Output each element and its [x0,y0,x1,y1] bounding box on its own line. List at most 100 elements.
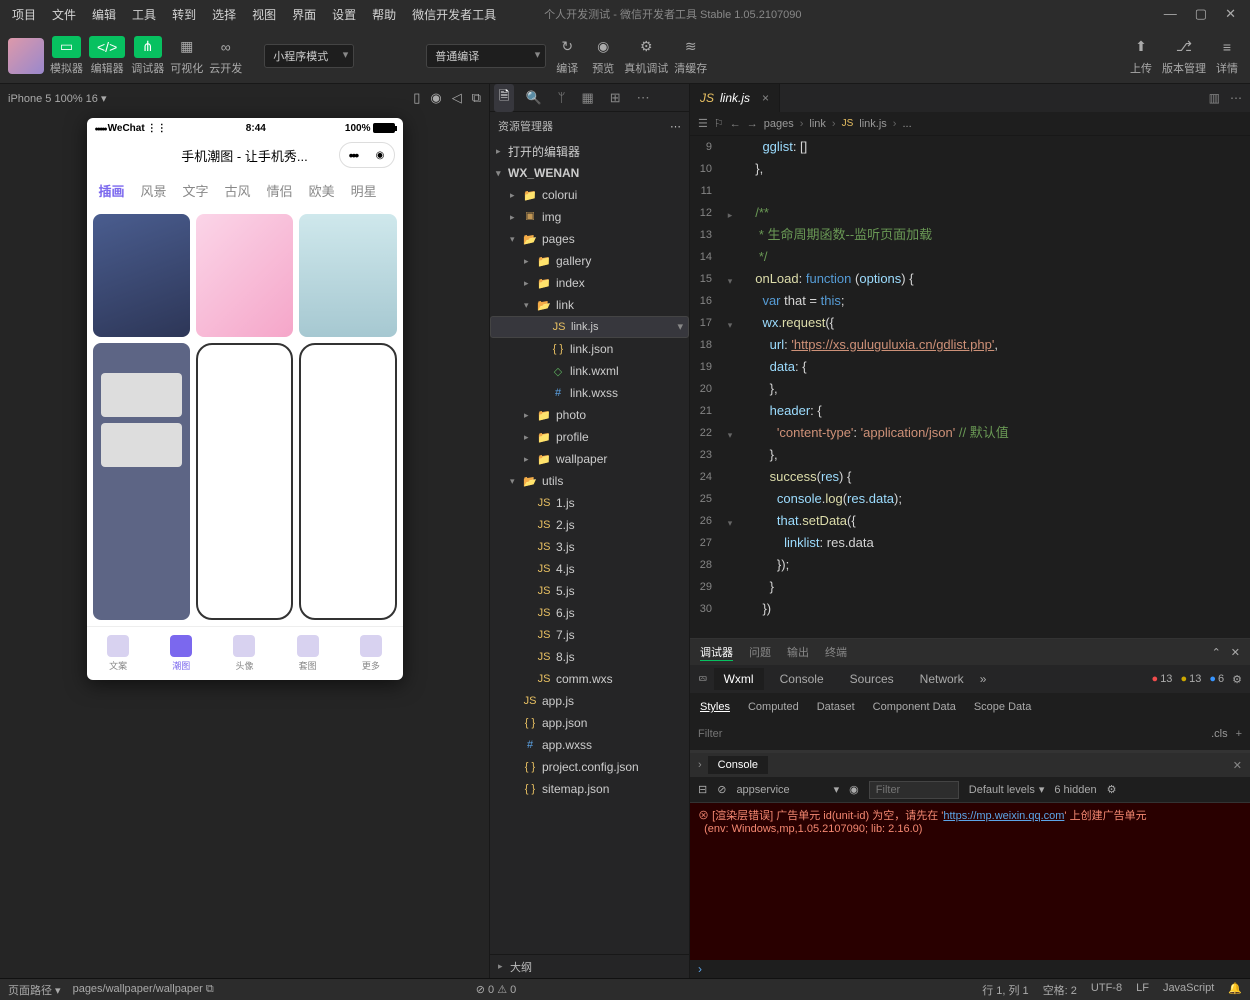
device-icon[interactable]: ▯ [413,90,420,106]
explorer-icon[interactable]: 🗎 [494,84,514,112]
tree-node[interactable]: JS7.js [490,624,689,646]
upload-button[interactable]: ⬆ [1126,36,1156,58]
tree-node[interactable]: JScomm.wxs [490,668,689,690]
wallpaper-card[interactable] [93,214,190,337]
level-select[interactable]: Default levels ▾ [969,783,1045,796]
devtab-network[interactable]: Network [910,668,974,690]
record-icon[interactable]: ◉ [430,90,441,106]
tab-western[interactable]: 欧美 [303,177,341,204]
menu-file[interactable]: 文件 [44,2,84,27]
tree-node[interactable]: ▸📁gallery [490,250,689,272]
avatar[interactable] [8,38,44,74]
eye-icon[interactable]: ◉ [849,783,859,796]
problem-counts[interactable]: ⊘ 0 ⚠ 0 [476,983,516,996]
eol[interactable]: LF [1136,982,1149,998]
hidden-count[interactable]: 6 hidden [1054,784,1096,796]
cursor-pos[interactable]: 行 1, 列 1 [982,982,1028,998]
tree-node[interactable]: JS2.js [490,514,689,536]
wallpaper-card[interactable] [196,214,293,337]
menu-edit[interactable]: 编辑 [84,2,124,27]
more-icon[interactable]: ⋯ [1230,91,1242,105]
menu-settings[interactable]: 设置 [324,2,364,27]
chevron-icon[interactable]: › [698,759,702,771]
tab-output[interactable]: 输出 [787,644,809,660]
tree-node[interactable]: JS8.js [490,646,689,668]
run-icon[interactable]: ▦ [576,87,598,109]
outline-section[interactable]: ▸大纲 [490,954,689,978]
tab-text[interactable]: 文字 [177,177,215,204]
tree-node[interactable]: ▾📂pages [490,228,689,250]
add-style-icon[interactable]: + [1236,728,1242,740]
close-icon[interactable]: ✕ [1233,759,1242,772]
tree-node[interactable]: JS5.js [490,580,689,602]
tree-node[interactable]: { }link.json [490,338,689,360]
console-tab[interactable]: Console [708,756,768,774]
maximize-icon[interactable]: ▢ [1195,6,1207,22]
visual-toggle[interactable]: ▦ [172,36,202,58]
tree-node[interactable]: JS3.js [490,536,689,558]
nav-avatar[interactable]: 头像 [233,635,255,672]
tab-debugger[interactable]: 调试器 [700,644,733,661]
tree-node[interactable]: #link.wxss [490,382,689,404]
menu-ui[interactable]: 界面 [284,2,324,27]
page-path-label[interactable]: 页面路径 ▾ [8,982,61,998]
tree-node[interactable]: ▸📁index [490,272,689,294]
error-count[interactable]: 13 [1152,673,1173,685]
project-root[interactable]: ▾WX_WENAN [490,162,689,184]
cloud-toggle[interactable]: ∞ [211,36,241,58]
copy-icon[interactable]: ⧉ [472,90,481,106]
computed-tab[interactable]: Computed [748,701,799,713]
editor-toggle[interactable]: </> [89,36,125,58]
nav-suite[interactable]: 套图 [297,635,319,672]
scopedata-tab[interactable]: Scope Data [974,701,1031,713]
tab-terminal[interactable]: 终端 [825,644,847,660]
menu-view[interactable]: 视图 [244,2,284,27]
clear-cache-button[interactable]: ≋ [676,36,706,58]
gear-icon[interactable]: ⚙ [1232,673,1242,686]
nav-more[interactable]: 更多 [360,635,382,672]
bookmark-icon[interactable]: ⚐ [714,117,724,130]
crumb-file[interactable]: link.js [859,118,887,130]
inspect-icon[interactable]: ⮹ [698,672,708,687]
tab-star[interactable]: 明星 [345,177,383,204]
debugger-toggle[interactable]: ⋔ [134,36,162,58]
forward-icon[interactable]: → [747,118,758,130]
dataset-tab[interactable]: Dataset [817,701,855,713]
language[interactable]: JavaScript [1163,982,1214,998]
list-icon[interactable]: ☰ [698,117,708,130]
menu-select[interactable]: 选择 [204,2,244,27]
tree-node[interactable]: JS1.js [490,492,689,514]
tab-couple[interactable]: 情侣 [261,177,299,204]
chevron-up-icon[interactable]: ⌃ [1212,646,1221,659]
sidebar-toggle-icon[interactable]: ⊟ [698,783,707,796]
tree-node[interactable]: { }project.config.json [490,756,689,778]
close-tab-icon[interactable]: × [762,91,769,105]
ext-icon[interactable]: ⊞ [605,87,626,109]
bell-icon[interactable]: 🔔 [1228,982,1242,998]
tab-ancient[interactable]: 古风 [219,177,257,204]
tree-node[interactable]: ▸📁wallpaper [490,448,689,470]
gear-icon[interactable]: ⚙ [1107,783,1117,796]
more-tabs-icon[interactable]: » [980,672,987,686]
remote-debug-button[interactable]: ⚙ [631,36,661,58]
phone-simulator[interactable]: WeChat ⋮⋮ 8:44 100% 手机潮图 - 让手机秀... •••◉ … [87,118,403,680]
compile-button[interactable]: ↻ [552,36,582,58]
menu-tools[interactable]: 工具 [124,2,164,27]
wallpaper-card[interactable] [93,343,190,620]
device-label[interactable]: iPhone 5 100% 16 ▾ [8,92,107,105]
devtab-console[interactable]: Console [770,668,834,690]
nav-wallpaper[interactable]: 潮图 [170,635,192,672]
devtab-sources[interactable]: Sources [840,668,904,690]
indent[interactable]: 空格: 2 [1043,982,1077,998]
tab-problems[interactable]: 问题 [749,644,771,660]
tree-node[interactable]: ◇link.wxml [490,360,689,382]
devtab-wxml[interactable]: Wxml [714,668,764,690]
styles-tab[interactable]: Styles [700,701,730,713]
tab-illustration[interactable]: 插画 [93,177,131,204]
tree-node[interactable]: ▸📁photo [490,404,689,426]
styles-filter[interactable] [698,728,1203,740]
menu-help[interactable]: 帮助 [364,2,404,27]
close-icon[interactable]: ✕ [1225,6,1236,22]
tree-node[interactable]: #app.wxss [490,734,689,756]
menu-devtools[interactable]: 微信开发者工具 [404,2,504,27]
